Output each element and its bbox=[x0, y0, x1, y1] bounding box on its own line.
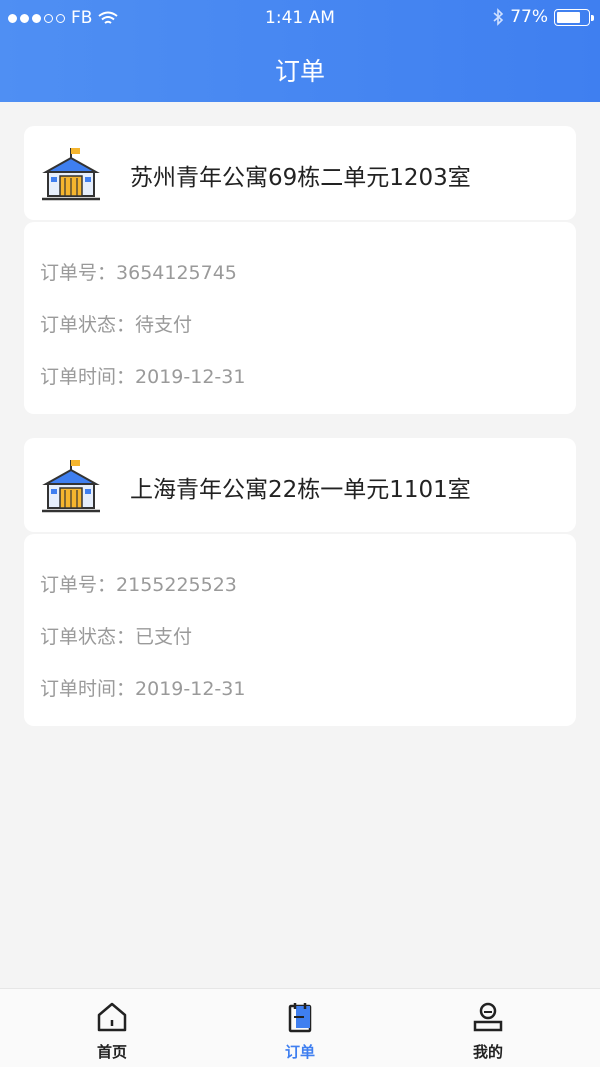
order-card-details[interactable]: 订单号：2155225523 订单状态：已支付 订单时间：2019-12-31 bbox=[24, 534, 576, 726]
apartment-name: 上海青年公寓22栋一单元1101室 bbox=[130, 477, 471, 503]
tab-profile-label: 我的 bbox=[472, 1043, 503, 1061]
order-status-row: 订单状态：已支付 bbox=[40, 622, 192, 649]
order-icon bbox=[288, 1003, 312, 1033]
order-time-label: 订单时间： bbox=[40, 366, 136, 388]
order-status-label: 订单状态： bbox=[40, 314, 136, 336]
tab-profile[interactable]: 我的 bbox=[388, 989, 588, 1067]
tab-home-label: 首页 bbox=[96, 1043, 127, 1061]
tab-home[interactable]: 首页 bbox=[12, 989, 212, 1067]
order-number-label: 订单号： bbox=[40, 574, 117, 596]
order-number-label: 订单号： bbox=[40, 262, 117, 284]
apartment-building-icon bbox=[42, 148, 100, 201]
order-card-details[interactable]: 订单号：3654125745 订单状态：待支付 订单时间：2019-12-31 bbox=[24, 222, 576, 414]
tab-orders[interactable]: 订单 bbox=[200, 989, 400, 1067]
bluetooth-icon bbox=[493, 8, 504, 26]
bottom-tab-bar: 首页 订单 我的 bbox=[0, 988, 600, 1067]
order-time-value: 2019-12-31 bbox=[135, 366, 246, 388]
order-number-row: 订单号：3654125745 bbox=[40, 258, 237, 285]
tab-orders-label: 订单 bbox=[284, 1043, 315, 1061]
app-header: FB 1:41 AM 77% 订单 bbox=[0, 0, 600, 102]
user-icon bbox=[473, 1002, 503, 1032]
order-number-row: 订单号：2155225523 bbox=[40, 570, 237, 597]
order-time-label: 订单时间： bbox=[40, 678, 136, 700]
status-right: 77% bbox=[492, 7, 594, 27]
order-status-value: 待支付 bbox=[135, 314, 193, 336]
order-status-label: 订单状态： bbox=[40, 626, 136, 648]
order-time-row: 订单时间：2019-12-31 bbox=[40, 674, 245, 701]
page-title: 订单 bbox=[274, 57, 325, 86]
order-status-value: 已支付 bbox=[135, 626, 193, 648]
apartment-building-icon bbox=[42, 460, 100, 513]
order-number-value: 2155225523 bbox=[116, 574, 237, 596]
order-time-value: 2019-12-31 bbox=[135, 678, 246, 700]
order-number-value: 3654125745 bbox=[116, 262, 237, 284]
order-time-row: 订单时间：2019-12-31 bbox=[40, 362, 245, 389]
home-icon bbox=[97, 1002, 127, 1032]
battery-percent: 77% bbox=[510, 7, 548, 27]
order-card-header[interactable]: 苏州青年公寓69栋二单元1203室 bbox=[24, 126, 576, 220]
order-card-header[interactable]: 上海青年公寓22栋一单元1101室 bbox=[24, 438, 576, 532]
battery-icon bbox=[554, 8, 594, 26]
status-bar: FB 1:41 AM 77% bbox=[0, 0, 600, 34]
apartment-name: 苏州青年公寓69栋二单元1203室 bbox=[130, 165, 471, 191]
order-status-row: 订单状态：待支付 bbox=[40, 310, 192, 337]
